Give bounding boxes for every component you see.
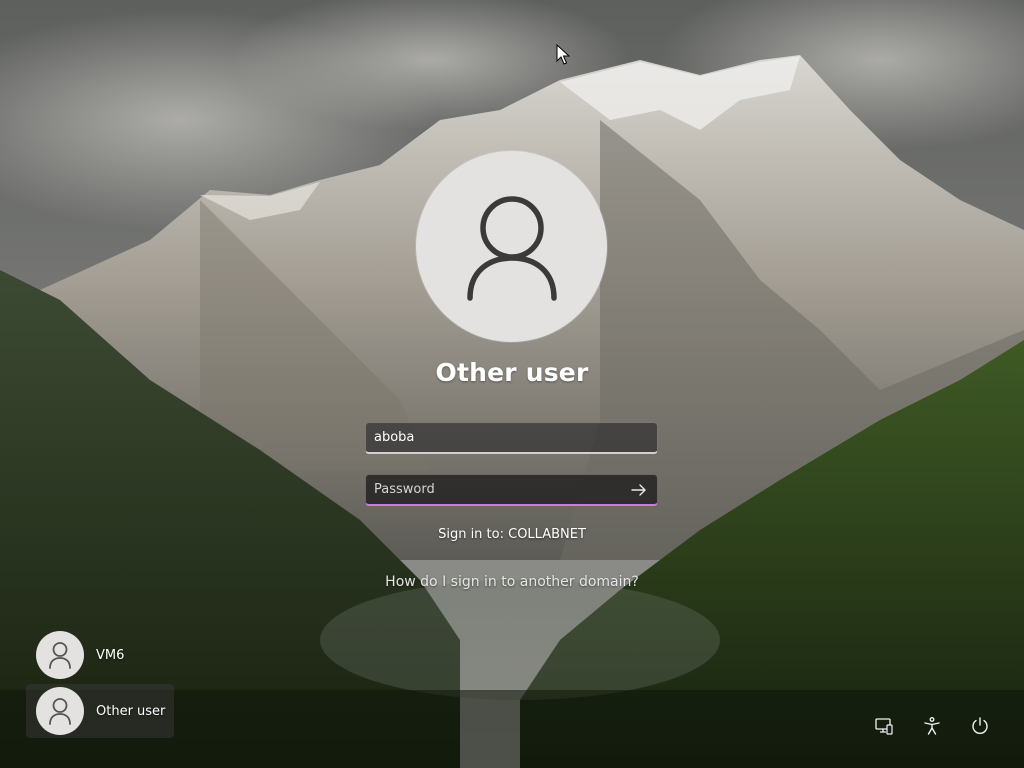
network-icon — [875, 718, 893, 735]
user-icon — [466, 195, 557, 301]
submit-arrow-button[interactable] — [627, 479, 651, 501]
password-field-container — [365, 474, 658, 506]
accessibility-icon — [924, 717, 940, 735]
user-icon — [49, 642, 71, 669]
selected-user-avatar — [416, 151, 607, 342]
user-item-label: VM6 — [96, 647, 125, 663]
user-item-vm6[interactable]: VM6 — [26, 628, 174, 682]
user-icon — [49, 698, 71, 725]
network-button[interactable] — [872, 714, 896, 738]
password-input[interactable] — [366, 475, 657, 504]
user-avatar — [36, 687, 84, 735]
sign-in-domain-text: Sign in to: COLLABNET — [438, 527, 586, 542]
mouse-cursor-icon — [556, 44, 570, 65]
accessibility-button[interactable] — [920, 714, 944, 738]
lock-screen: Other user Sign in to: COLLABNET How do … — [0, 0, 1024, 768]
power-icon — [972, 717, 988, 734]
user-item-other-user[interactable]: Other user — [26, 684, 174, 738]
username-field-container — [365, 422, 658, 454]
username-input[interactable] — [366, 423, 657, 452]
system-tray — [870, 714, 1000, 738]
user-item-label: Other user — [96, 703, 166, 719]
power-button[interactable] — [968, 714, 992, 738]
other-domain-link[interactable]: How do I sign in to another domain? — [312, 574, 712, 590]
user-avatar — [36, 631, 84, 679]
selected-user-name: Other user — [435, 358, 589, 387]
arrow-right-icon — [631, 484, 646, 496]
user-list: VM6 Other user — [26, 628, 174, 740]
